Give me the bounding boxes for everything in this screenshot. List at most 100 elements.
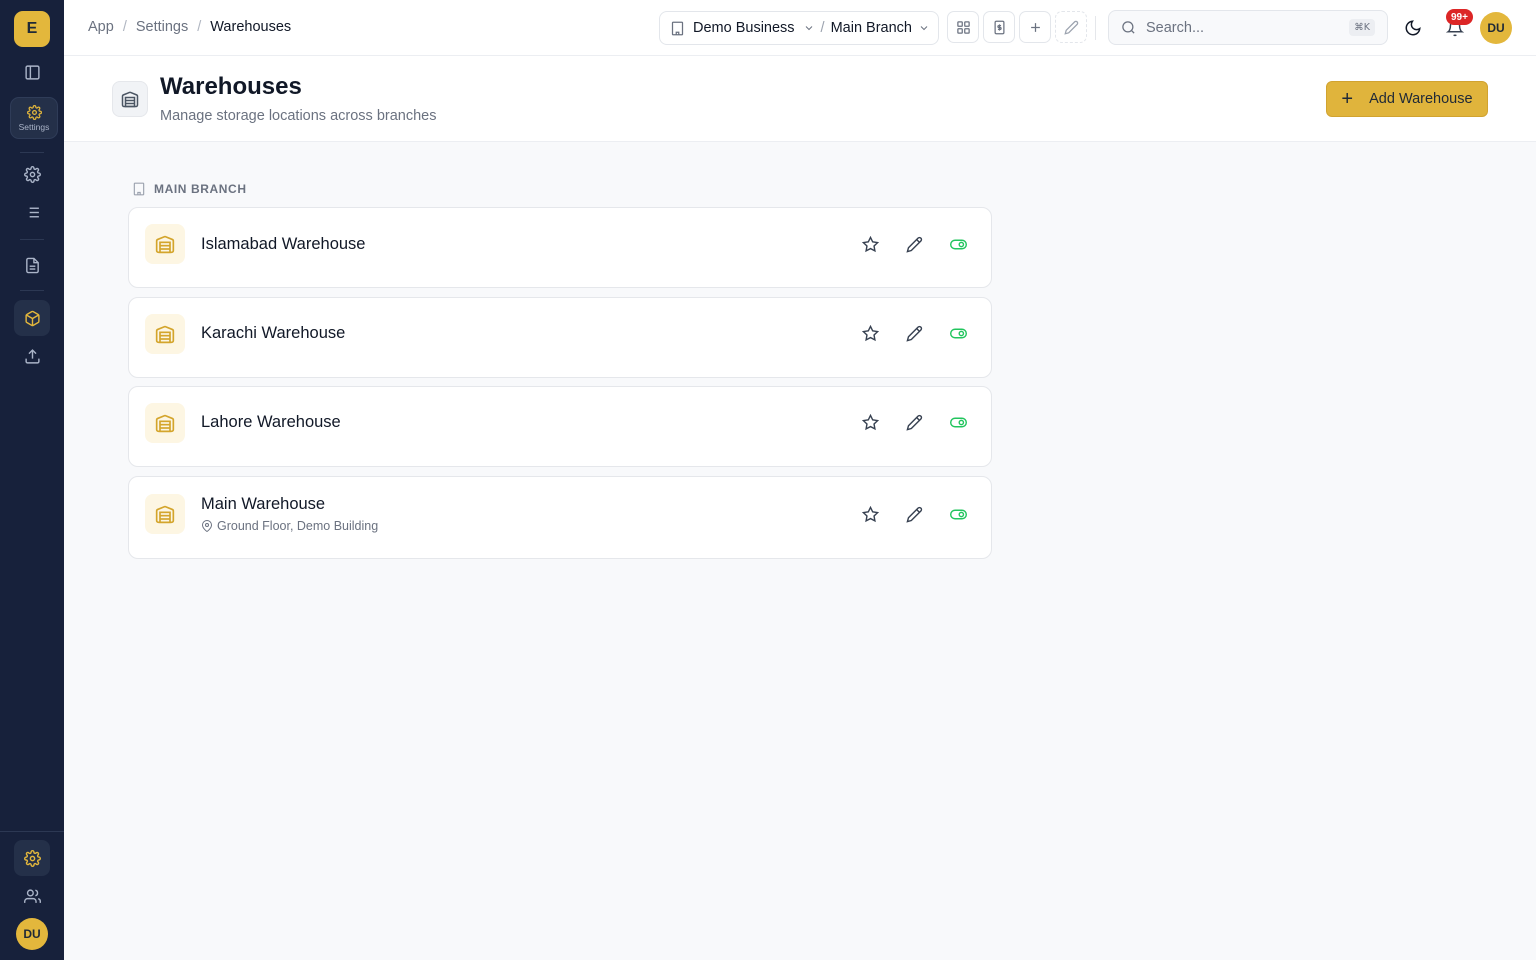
- chevron-down-icon[interactable]: [918, 22, 930, 34]
- page-header: Warehouses Manage storage locations acro…: [64, 56, 1536, 142]
- document-icon: [25, 257, 39, 273]
- sidebar-divider: [0, 831, 64, 832]
- star-icon: [861, 235, 879, 252]
- add-warehouse-button[interactable]: + Add Warehouse: [1326, 81, 1488, 117]
- active-toggle[interactable]: [944, 319, 972, 347]
- warehouse-name: Islamabad Warehouse: [201, 235, 366, 253]
- breadcrumb: App / Settings / Warehouses: [88, 19, 291, 35]
- favorite-button[interactable]: [856, 408, 884, 436]
- moon-icon: [1405, 20, 1421, 36]
- edit-button[interactable]: [900, 408, 928, 436]
- search-input[interactable]: Search... ⌘K: [1108, 10, 1388, 45]
- app-logo[interactable]: E: [14, 11, 50, 47]
- warehouse-icon: [145, 494, 185, 534]
- sidebar-item-list[interactable]: [14, 194, 50, 230]
- building-icon: [671, 21, 684, 35]
- breadcrumb-separator: /: [197, 19, 202, 35]
- star-icon: [861, 324, 879, 341]
- warehouse-address: Ground Floor, Demo Building: [201, 519, 378, 533]
- sidebar-divider: [20, 152, 44, 153]
- plus-icon: +: [1341, 88, 1354, 110]
- star-icon: [861, 505, 879, 522]
- active-toggle[interactable]: [944, 500, 972, 528]
- toggle-on-icon: [949, 239, 967, 249]
- toggle-on-icon: [949, 328, 967, 338]
- edit-button[interactable]: [900, 500, 928, 528]
- users-icon: [23, 888, 41, 903]
- sidebar-item-import[interactable]: [14, 338, 50, 374]
- favorite-button[interactable]: [856, 230, 884, 258]
- active-toggle[interactable]: [944, 408, 972, 436]
- pencil-icon: [905, 325, 922, 342]
- warehouse-icon: [145, 403, 185, 443]
- favorite-button[interactable]: [856, 319, 884, 347]
- breadcrumb-app[interactable]: App: [88, 19, 114, 35]
- building-icon: [133, 182, 145, 196]
- sidebar-module-label: Settings: [18, 121, 50, 132]
- page-subtitle: Manage storage locations across branches: [160, 108, 437, 124]
- branch-name[interactable]: Main Branch: [831, 20, 912, 36]
- edit-button[interactable]: [900, 319, 928, 347]
- warehouse-name: Main Warehouse: [201, 495, 326, 513]
- warehouse-card[interactable]: Karachi Warehouse: [128, 297, 992, 378]
- business-name[interactable]: Demo Business: [693, 20, 795, 36]
- invoice-button[interactable]: [983, 11, 1015, 43]
- pencil-icon: [905, 236, 922, 253]
- breadcrumb-current: Warehouses: [210, 19, 292, 35]
- topbar: App / Settings / Warehouses Demo Busines…: [64, 0, 1536, 56]
- pencil-icon: [905, 414, 922, 431]
- warehouse-icon: [145, 314, 185, 354]
- quick-add-button[interactable]: [1019, 11, 1051, 43]
- warehouse-name: Karachi Warehouse: [201, 324, 346, 342]
- search-placeholder: Search...: [1146, 19, 1205, 36]
- sidebar-toggle-icon[interactable]: [14, 54, 50, 90]
- search-icon: [1122, 21, 1135, 34]
- sidebar-item-warehouses[interactable]: [14, 300, 50, 336]
- warehouse-card[interactable]: Islamabad Warehouse: [128, 207, 992, 288]
- favorite-button[interactable]: [856, 500, 884, 528]
- business-branch-picker[interactable]: Demo Business / Main Branch: [659, 11, 939, 45]
- warehouse-card[interactable]: Lahore Warehouse: [128, 386, 992, 467]
- apps-grid-button[interactable]: [947, 11, 979, 43]
- receipt-icon: [994, 20, 1004, 34]
- user-avatar[interactable]: DU: [1480, 12, 1512, 44]
- notifications-badge: 99+: [1446, 9, 1473, 25]
- star-icon: [861, 413, 879, 430]
- breadcrumb-separator: /: [122, 19, 127, 35]
- pencil-icon: [1063, 20, 1078, 35]
- sidebar-divider: [20, 290, 44, 291]
- list-icon: [25, 207, 39, 217]
- sidebar-module-settings[interactable]: Settings: [10, 97, 58, 139]
- sidebar-item-general-settings[interactable]: [14, 156, 50, 192]
- add-warehouse-label: Add Warehouse: [1369, 91, 1473, 107]
- search-shortcut: ⌘K: [1349, 19, 1375, 36]
- sidebar-item-settings[interactable]: [14, 840, 50, 876]
- sidebar: E Settings DU: [0, 0, 64, 960]
- edit-button[interactable]: [900, 230, 928, 258]
- warehouse-icon: [145, 224, 185, 264]
- active-toggle[interactable]: [944, 230, 972, 258]
- theme-toggle-button[interactable]: [1399, 14, 1427, 42]
- box-icon: [24, 310, 40, 326]
- warehouse-icon: [112, 81, 148, 117]
- upload-icon: [24, 348, 40, 364]
- toggle-on-icon: [949, 509, 967, 519]
- plus-icon: [1030, 22, 1040, 32]
- chevron-down-icon[interactable]: [803, 22, 815, 34]
- warehouse-card[interactable]: Main Warehouse Ground Floor, Demo Buildi…: [128, 476, 992, 559]
- grid-icon: [956, 20, 970, 34]
- sidebar-divider: [20, 239, 44, 240]
- edit-layout-button[interactable]: [1055, 11, 1087, 43]
- branch-group-name: MAIN BRANCH: [154, 182, 247, 196]
- sidebar-avatar[interactable]: DU: [16, 918, 48, 950]
- page-title: Warehouses: [160, 73, 302, 100]
- toggle-on-icon: [949, 417, 967, 427]
- warehouse-address-text: Ground Floor, Demo Building: [217, 519, 379, 533]
- sidebar-item-users[interactable]: [14, 878, 50, 914]
- sidebar-item-documents[interactable]: [14, 247, 50, 283]
- picker-separator: /: [820, 20, 825, 36]
- map-pin-icon: [201, 520, 213, 532]
- breadcrumb-settings[interactable]: Settings: [136, 19, 188, 35]
- gear-icon: [23, 849, 41, 867]
- branch-group-label: MAIN BRANCH: [132, 182, 247, 196]
